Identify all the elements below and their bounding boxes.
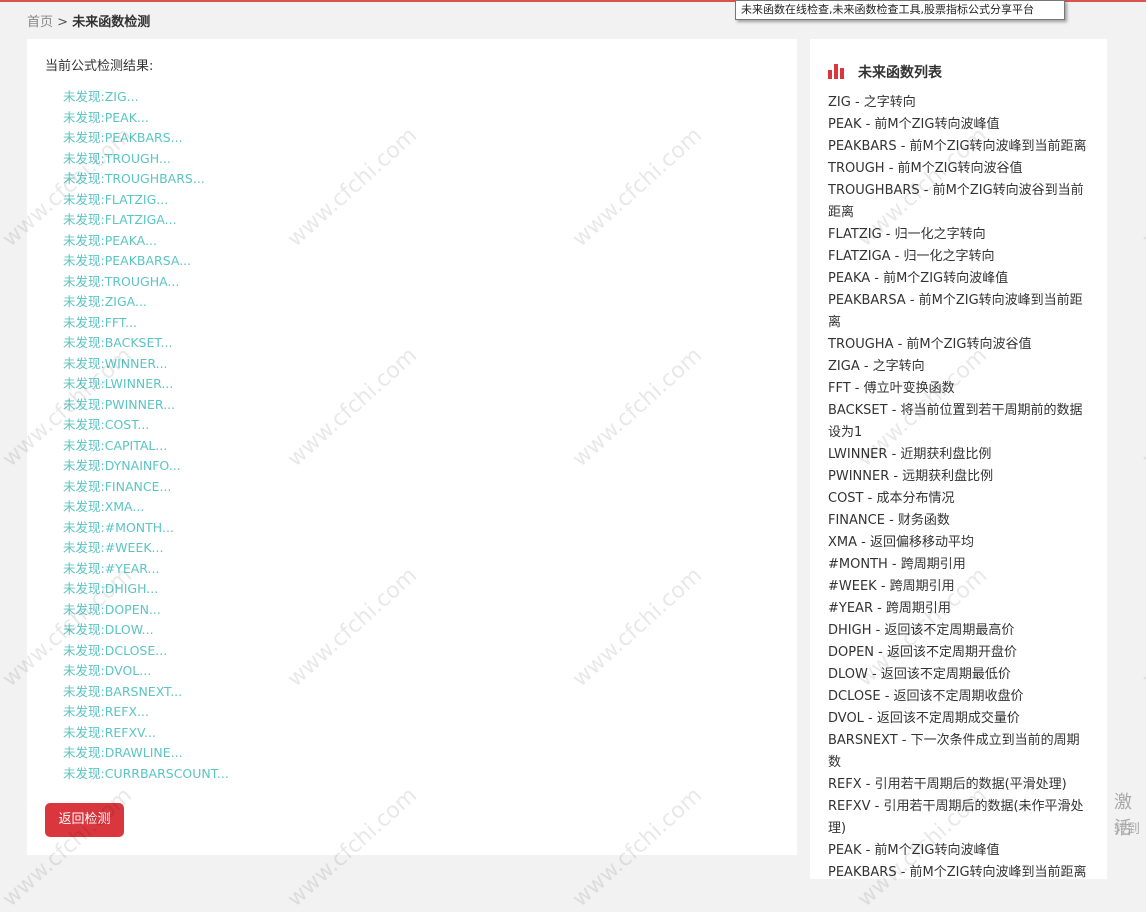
bar-chart-icon bbox=[828, 63, 846, 79]
result-item: 未发现:FLATZIG... bbox=[63, 191, 169, 207]
function-list-item[interactable]: PEAK - 前M个ZIG转向波峰值 bbox=[828, 840, 1090, 862]
function-list-item[interactable]: #MONTH - 跨周期引用 bbox=[828, 554, 1090, 576]
function-list-item[interactable]: LWINNER - 近期获利盘比例 bbox=[828, 444, 1090, 466]
function-list-item[interactable]: FLATZIG - 归一化之字转向 bbox=[828, 224, 1090, 246]
breadcrumb: 首页 > 未来函数检测 bbox=[27, 15, 150, 31]
result-item: 未发现:REFX... bbox=[63, 704, 149, 719]
result-item: 未发现:LWINNER... bbox=[63, 376, 174, 391]
result-item: 未发现:DOPEN... bbox=[63, 601, 161, 617]
result-item: 未发现:WINNER... bbox=[63, 355, 168, 371]
result-item: 未发现:PEAKBARSA... bbox=[63, 253, 192, 268]
result-item: 未发现:DHIGH... bbox=[63, 581, 159, 596]
function-list-item[interactable]: ZIGA - 之字转向 bbox=[828, 356, 1090, 378]
result-item: 未发现:BARSNEXT... bbox=[63, 683, 183, 699]
function-list-item[interactable]: PEAKA - 前M个ZIG转向波峰值 bbox=[828, 268, 1090, 290]
result-item: 未发现:PEAKA... bbox=[63, 232, 157, 248]
function-list-item[interactable]: TROUGH - 前M个ZIG转向波谷值 bbox=[828, 158, 1090, 180]
function-list-item[interactable]: FINANCE - 财务函数 bbox=[828, 510, 1090, 532]
function-list-item[interactable]: #YEAR - 跨周期引用 bbox=[828, 598, 1090, 620]
function-list-item[interactable]: PEAKBARS - 前M个ZIG转向波峰到当前距离 bbox=[828, 862, 1090, 879]
function-list-item[interactable]: TROUGHA - 前M个ZIG转向波谷值 bbox=[828, 334, 1090, 356]
function-list-item[interactable]: COST - 成本分布情况 bbox=[828, 488, 1090, 510]
result-item: 未发现:#YEAR... bbox=[63, 560, 160, 576]
result-item: 未发现:TROUGH... bbox=[63, 150, 171, 166]
result-item: 未发现:CAPITAL... bbox=[63, 437, 168, 453]
result-item: 未发现:PWINNER... bbox=[63, 396, 176, 412]
breadcrumb-home-link[interactable]: 首页 bbox=[27, 15, 53, 30]
result-item: 未发现:PEAKBARS... bbox=[63, 130, 183, 145]
function-list-item[interactable]: DOPEN - 返回该不定周期开盘价 bbox=[828, 642, 1090, 664]
function-list-item[interactable]: #WEEK - 跨周期引用 bbox=[828, 576, 1090, 598]
function-list-item[interactable]: PEAK - 前M个ZIG转向波峰值 bbox=[828, 114, 1090, 136]
result-item: 未发现:FLATZIGA... bbox=[63, 212, 177, 227]
page-tooltip: 未来函数在线检查,未来函数检查工具,股票指标公式分享平台 bbox=[735, 0, 1065, 20]
function-list-item[interactable]: DLOW - 返回该不定周期最低价 bbox=[828, 664, 1090, 686]
function-list-item[interactable]: DHIGH - 返回该不定周期最高价 bbox=[828, 620, 1090, 642]
function-list-item[interactable]: REFX - 引用若干周期后的数据(平滑处理) bbox=[828, 774, 1090, 796]
function-list-item[interactable]: REFXV - 引用若干周期后的数据(未作平滑处理) bbox=[828, 796, 1090, 840]
function-list-item[interactable]: BACKSET - 将当前位置到若干周期前的数据设为1 bbox=[828, 400, 1090, 444]
result-item: 未发现:DRAWLINE... bbox=[63, 745, 183, 760]
function-list-item[interactable]: DCLOSE - 返回该不定周期收盘价 bbox=[828, 686, 1090, 708]
result-item: 未发现:XMA... bbox=[63, 499, 145, 514]
function-list-item[interactable]: BARSNEXT - 下一次条件成立到当前的周期数 bbox=[828, 730, 1090, 774]
breadcrumb-separator: > bbox=[57, 15, 69, 30]
result-title: 当前公式检测结果: bbox=[45, 59, 154, 74]
function-list: ZIG - 之字转向 PEAK - 前M个ZIG转向波峰值 PEAKBARS - 前… bbox=[828, 92, 1090, 879]
watermark-text: www.cfchi.com bbox=[1137, 123, 1146, 252]
result-list: 未发现:ZIG... 未发现:PEAK... 未发现:PEAKBARS... 未发现:… bbox=[63, 87, 229, 784]
result-item: 未发现:ZIGA... bbox=[63, 294, 147, 309]
activation-notice-text: 转到 bbox=[1114, 822, 1141, 837]
result-panel: 当前公式检测结果: 未发现:ZIG... 未发现:PEAK... 未发现:PEAKB… bbox=[27, 39, 797, 855]
result-item: 未发现:DYNAINFO... bbox=[63, 458, 181, 473]
result-item: 未发现:TROUGHBARS... bbox=[63, 171, 205, 186]
result-item: 未发现:BACKSET... bbox=[63, 335, 173, 350]
function-list-panel: 未来函数列表 ZIG - 之字转向 PEAK - 前M个ZIG转向波峰值 PEAKB… bbox=[810, 39, 1107, 879]
function-list-item[interactable]: XMA - 返回偏移移动平均 bbox=[828, 532, 1090, 554]
function-list-item[interactable]: PEAKBARSA - 前M个ZIG转向波峰到当前距离 bbox=[828, 290, 1090, 334]
result-item: 未发现:TROUGHA... bbox=[63, 273, 180, 289]
breadcrumb-current: 未来函数检测 bbox=[72, 15, 151, 30]
function-list-item[interactable]: FFT - 傅立叶变换函数 bbox=[828, 378, 1090, 400]
result-item: 未发现:#MONTH... bbox=[63, 519, 174, 535]
function-list-item[interactable]: PEAKBARS - 前M个ZIG转向波峰到当前距离 bbox=[828, 136, 1090, 158]
result-item: 未发现:DCLOSE... bbox=[63, 642, 168, 658]
watermark-text: www.cfchi.com bbox=[1137, 343, 1146, 472]
result-item: 未发现:DVOL... bbox=[63, 663, 152, 678]
result-item: 未发现:DLOW... bbox=[63, 622, 154, 637]
result-item: 未发现:FFT... bbox=[63, 314, 137, 330]
function-list-item[interactable]: FLATZIGA - 归一化之字转向 bbox=[828, 246, 1090, 268]
function-list-item[interactable]: ZIG - 之字转向 bbox=[828, 92, 1090, 114]
function-list-item[interactable]: TROUGHBARS - 前M个ZIG转向波谷到当前距离 bbox=[828, 180, 1090, 224]
watermark-text: www.cfchi.com bbox=[1137, 563, 1146, 692]
back-to-check-button[interactable]: 返回检测 bbox=[45, 803, 124, 837]
result-item: 未发现:PEAK... bbox=[63, 109, 149, 125]
function-list-item[interactable]: PWINNER - 远期获利盘比例 bbox=[828, 466, 1090, 488]
result-item: 未发现:ZIG... bbox=[63, 89, 139, 104]
result-item: 未发现:FINANCE... bbox=[63, 478, 172, 494]
result-item: 未发现:CURRBARSCOUNT... bbox=[63, 765, 229, 781]
function-list-item[interactable]: DVOL - 返回该不定周期成交量价 bbox=[828, 708, 1090, 730]
result-item: 未发现:REFXV... bbox=[63, 724, 156, 740]
function-list-title: 未来函数列表 bbox=[858, 65, 942, 81]
result-item: 未发现:COST... bbox=[63, 417, 150, 432]
result-item: 未发现:#WEEK... bbox=[63, 540, 164, 555]
